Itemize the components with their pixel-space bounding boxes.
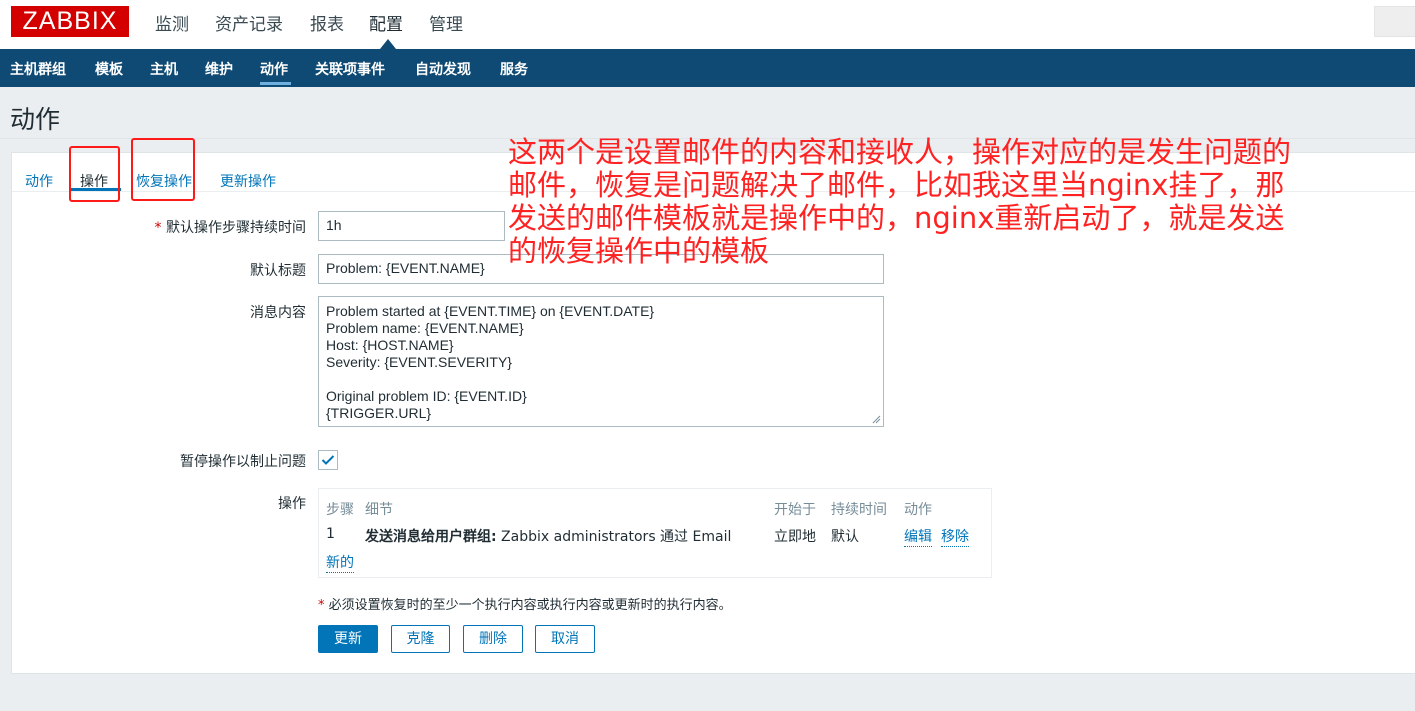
column-header-duration: 持续时间 <box>831 502 887 518</box>
new-operation-link[interactable]: 新的 <box>326 552 354 573</box>
annotation-text: 这两个是设置邮件的内容和接收人，操作对应的是发生问题的 邮件，恢复是问题解决了邮… <box>508 135 1292 268</box>
subnav-item-event-correlation[interactable]: 关联项事件 <box>315 59 385 79</box>
pause-checkbox[interactable] <box>318 450 338 470</box>
nav-item-configuration[interactable]: 配置 <box>369 10 403 35</box>
column-header-steps: 步骤 <box>326 502 354 518</box>
tab-update-operations[interactable]: 更新操作 <box>220 171 276 191</box>
edit-link[interactable]: 编辑 <box>904 526 932 547</box>
subnav-active-indicator <box>260 82 291 85</box>
delete-button[interactable]: 删除 <box>463 625 523 653</box>
zabbix-logo[interactable]: ZABBIX <box>11 6 129 37</box>
operations-label: 操作 <box>278 496 306 512</box>
required-mark: * <box>154 220 162 236</box>
subject-label: 默认标题 <box>250 263 306 279</box>
annotation-box-recovery-tab <box>131 138 195 201</box>
note-text: 必须设置恢复时的至少一个执行内容或执行内容或更新时的执行内容。 <box>328 598 732 613</box>
message-label: 消息内容 <box>250 305 306 321</box>
active-nav-caret <box>380 39 396 49</box>
column-header-start-in: 开始于 <box>774 502 816 518</box>
requirement-note: * 必须设置恢复时的至少一个执行内容或执行内容或更新时的执行内容。 <box>318 594 732 613</box>
message-textarea[interactable]: Problem started at {EVENT.TIME} on {EVEN… <box>318 296 884 427</box>
step-duration-label: * 默认操作步骤持续时间 <box>155 217 306 237</box>
tab-action[interactable]: 动作 <box>25 171 53 191</box>
column-header-details: 细节 <box>365 502 393 518</box>
page-title: 动作 <box>10 105 61 134</box>
subnav-item-host-groups[interactable]: 主机群组 <box>10 59 66 79</box>
subnav-item-discovery[interactable]: 自动发现 <box>415 59 471 79</box>
row-duration: 默认 <box>831 529 859 545</box>
nav-item-reports[interactable]: 报表 <box>310 10 344 35</box>
remove-link[interactable]: 移除 <box>941 526 969 547</box>
subnav-item-actions[interactable]: 动作 <box>260 59 288 79</box>
step-duration-input[interactable]: 1h <box>318 211 505 241</box>
top-header: ZABBIX 监测 资产记录 报表 配置 管理 <box>0 0 1415 49</box>
row-details-bold: 发送消息给用户群组: <box>365 529 497 545</box>
resize-handle-icon[interactable] <box>872 415 881 424</box>
pause-label: 暂停操作以制止问题 <box>180 454 306 470</box>
row-details-rest: Zabbix administrators 通过 Email <box>496 529 732 545</box>
nav-item-administration[interactable]: 管理 <box>429 10 463 35</box>
subnav-item-templates[interactable]: 模板 <box>95 59 123 79</box>
operations-table: 步骤 细节 开始于 持续时间 动作 1 发送消息给用户群组: Zabbix ad… <box>318 488 992 578</box>
message-text: Problem started at {EVENT.TIME} on {EVEN… <box>326 303 655 421</box>
subnav-item-services[interactable]: 服务 <box>500 59 528 79</box>
nav-item-monitoring[interactable]: 监测 <box>155 10 189 35</box>
cancel-button[interactable]: 取消 <box>535 625 595 653</box>
update-button[interactable]: 更新 <box>318 625 378 653</box>
column-header-action: 动作 <box>904 502 932 518</box>
row-start-in: 立即地 <box>774 529 816 545</box>
annotation-box-operations-tab <box>69 146 120 202</box>
checkmark-icon <box>321 455 335 465</box>
sub-nav: 主机群组 模板 主机 维护 动作 关联项事件 自动发现 服务 <box>0 49 1415 87</box>
step-duration-label-text: 默认操作步骤持续时间 <box>166 220 306 236</box>
search-box[interactable] <box>1374 6 1415 37</box>
subnav-item-hosts[interactable]: 主机 <box>150 59 178 79</box>
row-details: 发送消息给用户群组: Zabbix administrators 通过 Emai… <box>365 526 731 546</box>
nav-item-inventory[interactable]: 资产记录 <box>215 10 283 35</box>
row-step: 1 <box>326 526 335 542</box>
subnav-item-maintenance[interactable]: 维护 <box>205 59 233 79</box>
note-required-mark: * <box>318 598 325 613</box>
clone-button[interactable]: 克隆 <box>391 625 450 653</box>
